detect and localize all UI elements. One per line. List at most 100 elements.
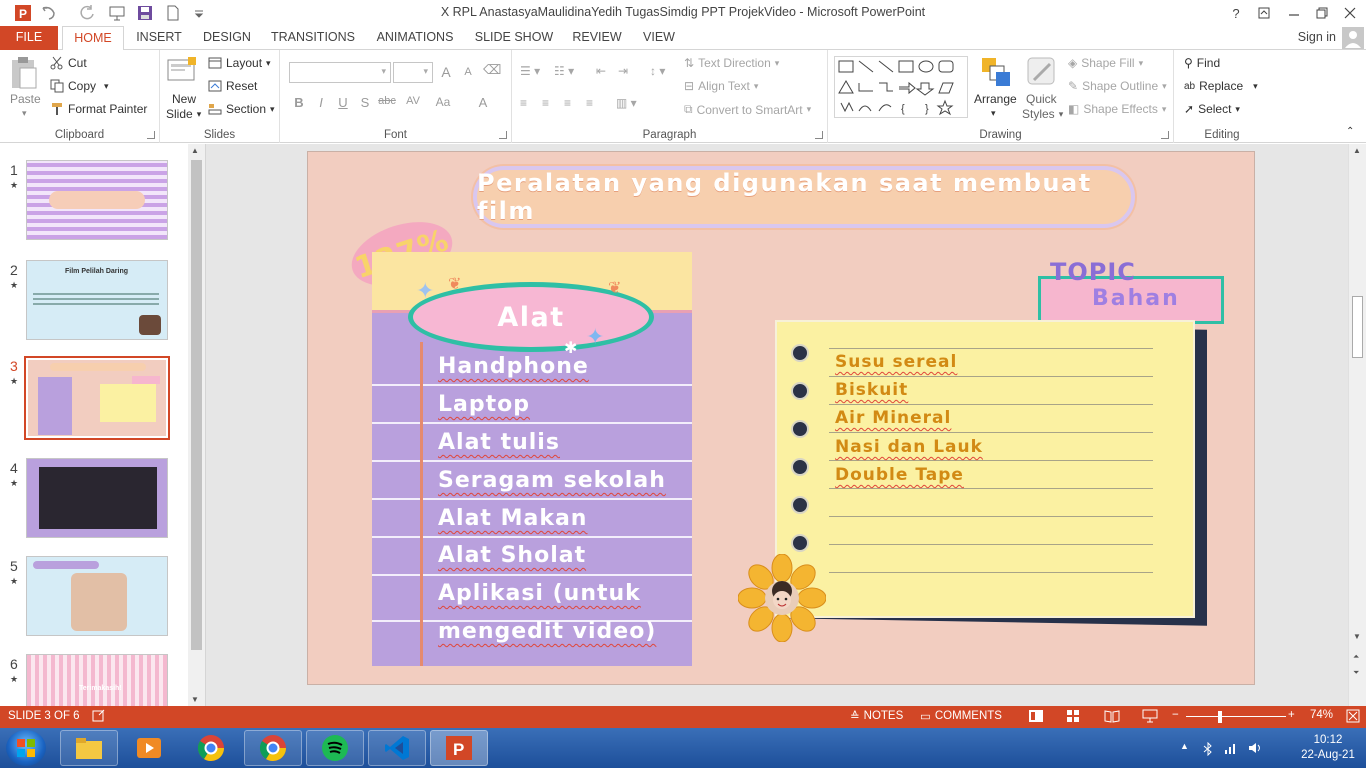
alat-item[interactable]: Seragam sekolah (438, 468, 666, 493)
new-slide-button-line2[interactable]: Slide ▾ (166, 107, 201, 121)
columns-icon[interactable]: ▥ ▾ (616, 96, 637, 110)
paste-dropdown-icon[interactable]: ▾ (22, 108, 27, 119)
bahan-item[interactable]: Biskuit (835, 380, 908, 400)
slide-sorter-view-icon[interactable] (1066, 709, 1080, 723)
slide-title-banner[interactable]: Peralatan yang digunakan saat membuat fi… (473, 166, 1135, 228)
new-file-icon[interactable] (162, 3, 184, 23)
new-slide-button-line1[interactable]: New (172, 92, 196, 106)
close-icon[interactable] (1336, 2, 1364, 24)
find-button[interactable]: ⚲ Find (1184, 56, 1220, 70)
spell-check-icon[interactable] (92, 709, 106, 723)
start-button[interactable] (6, 730, 46, 766)
bahan-item[interactable]: Double Tape (835, 465, 964, 485)
bahan-item[interactable]: Susu sereal (835, 352, 957, 372)
decrease-indent-icon[interactable]: ⇤ (596, 64, 606, 78)
slide-show-view-icon[interactable] (1142, 709, 1158, 723)
alat-item[interactable]: Aplikasi (untuk (438, 581, 641, 606)
text-shadow-icon[interactable]: S (356, 95, 374, 110)
paste-button[interactable]: Paste (10, 92, 41, 106)
system-clock[interactable]: 10:12 22-Aug-21 (1292, 733, 1364, 763)
arrange-button[interactable]: Arrange (974, 92, 1017, 106)
slide-thumbnail[interactable] (26, 556, 168, 636)
editor-scrollbar[interactable]: ▲ ▼ ⏶ ⏷ (1348, 144, 1366, 706)
select-button[interactable]: ➚ Select ▾ (1184, 102, 1240, 116)
notes-button[interactable]: ≙ NOTES (850, 709, 903, 723)
underline-icon[interactable]: U (334, 95, 352, 110)
replace-button[interactable]: ab Replace ▾ (1184, 79, 1258, 93)
tab-review[interactable]: REVIEW (566, 26, 628, 50)
media-player-taskbar-button[interactable] (120, 730, 178, 766)
quick-styles-button-line1[interactable]: Quick (1026, 92, 1057, 106)
tab-view[interactable]: VIEW (636, 26, 682, 50)
slide-thumbnail-selected[interactable] (24, 356, 170, 440)
convert-smartart-button[interactable]: ⧉ Convert to SmartArt ▾ (684, 102, 811, 117)
dialog-launcher-icon[interactable] (1161, 131, 1169, 139)
zoom-slider[interactable] (1186, 716, 1286, 717)
bahan-notepaper[interactable]: Susu sereal Biskuit Air Mineral Nasi dan… (775, 320, 1195, 618)
shape-effects-button[interactable]: ◧ Shape Effects ▾ (1068, 102, 1166, 116)
clear-formatting-icon[interactable]: ⌫ (483, 62, 501, 78)
vscode-taskbar-button[interactable] (368, 730, 426, 766)
dialog-launcher-icon[interactable] (499, 131, 507, 139)
cut-button[interactable]: Cut (50, 56, 87, 70)
bullets-icon[interactable]: ☰ ▾ (520, 64, 540, 78)
undo-icon[interactable] (38, 3, 60, 23)
save-icon[interactable] (134, 3, 156, 23)
bahan-item[interactable]: Air Mineral (835, 408, 951, 428)
dialog-launcher-icon[interactable] (815, 131, 823, 139)
customize-qat-icon[interactable] (188, 3, 210, 23)
new-slide-icon[interactable] (166, 56, 198, 88)
shape-outline-button[interactable]: ✎ Shape Outline ▾ (1068, 79, 1167, 93)
align-left-icon[interactable]: ≡ (520, 96, 527, 110)
powerpoint-taskbar-button[interactable]: P (430, 730, 488, 766)
normal-view-icon[interactable] (1028, 709, 1044, 723)
text-direction-button[interactable]: ⇅ Text Direction ▾ (684, 56, 779, 70)
comments-button[interactable]: ▭ COMMENTS (920, 709, 1002, 723)
slide-thumbnail[interactable]: Film Pelilah Daring (26, 260, 168, 340)
tab-insert[interactable]: INSERT (130, 26, 188, 50)
file-explorer-taskbar-button[interactable] (60, 730, 118, 766)
next-slide-icon[interactable]: ⏷ (1353, 668, 1359, 678)
ribbon-display-options-icon[interactable] (1250, 2, 1278, 24)
layout-button[interactable]: Layout ▾ (208, 56, 271, 70)
font-family-combo[interactable]: ▾ (289, 62, 391, 83)
spotify-taskbar-button[interactable] (306, 730, 364, 766)
alat-item[interactable]: Alat Sholat (438, 543, 586, 568)
paste-icon[interactable] (8, 56, 40, 89)
arrange-icon[interactable] (980, 56, 1012, 88)
sign-in-link[interactable]: Sign in (1298, 30, 1336, 44)
alat-item[interactable]: Laptop (438, 392, 530, 417)
strikethrough-icon[interactable]: abc (378, 95, 396, 107)
restore-icon[interactable] (1308, 2, 1336, 24)
bold-icon[interactable]: B (290, 95, 308, 110)
alat-item[interactable]: mengedit video) (438, 619, 656, 644)
bluetooth-icon[interactable] (1202, 741, 1214, 757)
help-button[interactable]: ? (1222, 2, 1250, 24)
tab-transitions[interactable]: TRANSITIONS (266, 26, 360, 50)
alat-item[interactable]: Alat tulis (438, 430, 560, 455)
align-right-icon[interactable]: ≡ (564, 96, 571, 110)
align-center-icon[interactable]: ≡ (542, 96, 549, 110)
shape-fill-button[interactable]: ◈ Shape Fill ▾ (1068, 56, 1143, 70)
tab-animations[interactable]: ANIMATIONS (368, 26, 462, 50)
alat-item[interactable]: Alat Makan (438, 506, 587, 531)
tab-file[interactable]: FILE (0, 26, 58, 50)
chrome-profile-taskbar-button[interactable] (244, 730, 302, 766)
zoom-level[interactable]: 74% (1310, 709, 1333, 721)
format-painter-button[interactable]: Format Painter (50, 102, 147, 116)
font-size-combo[interactable]: ▾ (393, 62, 433, 83)
fit-to-window-icon[interactable] (1346, 709, 1360, 723)
shapes-gallery[interactable]: {} (834, 56, 968, 118)
current-slide[interactable]: Peralatan yang digunakan saat membuat fi… (307, 151, 1255, 685)
reset-button[interactable]: Reset (208, 79, 257, 93)
redo-icon[interactable] (76, 3, 98, 23)
increase-font-size-icon[interactable]: A (437, 64, 455, 80)
italic-icon[interactable]: I (312, 95, 330, 110)
app-icon[interactable]: P (12, 3, 34, 23)
character-spacing-icon[interactable]: AV (404, 95, 422, 107)
zoom-slider-thumb[interactable] (1218, 711, 1222, 723)
quick-styles-button-line2[interactable]: Styles ▾ (1022, 107, 1063, 121)
thumbnail-scrollbar[interactable]: ▲ ▼ (188, 144, 205, 706)
show-hidden-icons[interactable]: ▲ (1180, 741, 1192, 753)
tab-slide-show[interactable]: SLIDE SHOW (470, 26, 558, 50)
